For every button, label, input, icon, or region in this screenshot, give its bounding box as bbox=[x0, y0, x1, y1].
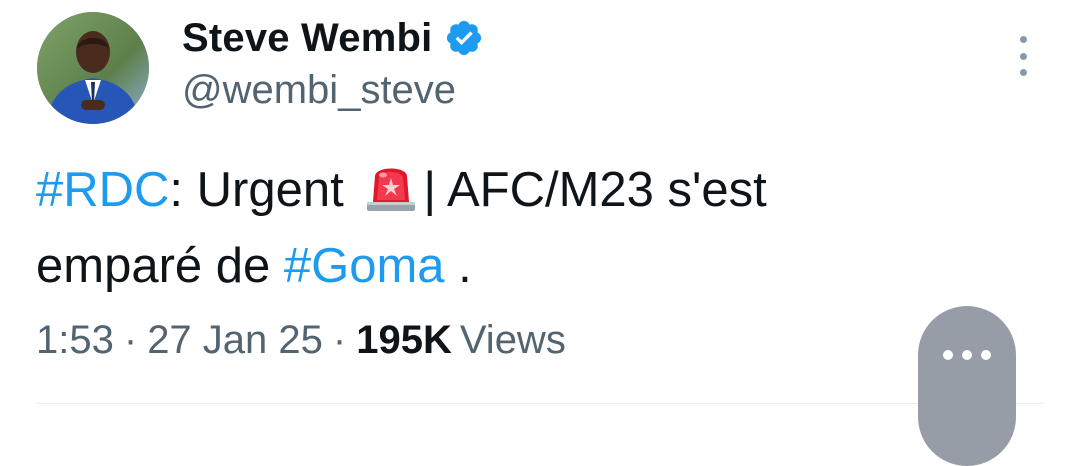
tweet-text: #RDC: Urgent | AFC/M23 s'est emparé de #… bbox=[36, 152, 956, 304]
author-name-row[interactable]: Steve Wembi bbox=[182, 14, 484, 62]
tweet-text-segment: emparé de bbox=[36, 239, 284, 293]
meta-separator: · bbox=[123, 318, 138, 362]
tweet-date[interactable]: 27 Jan 25 bbox=[147, 318, 323, 362]
hashtag-link-rdc[interactable]: #RDC bbox=[36, 163, 169, 217]
author-display-name[interactable]: Steve Wembi bbox=[182, 16, 432, 61]
avatar[interactable] bbox=[37, 12, 149, 124]
views-count: 195K bbox=[356, 318, 452, 362]
tweet-time[interactable]: 1:53 bbox=[36, 318, 114, 362]
hashtag-link-goma[interactable]: #Goma bbox=[284, 239, 445, 293]
verified-badge-icon bbox=[444, 18, 484, 58]
tweet-text-segment: | AFC/M23 s'est bbox=[423, 163, 767, 217]
floating-more-button[interactable] bbox=[918, 306, 1016, 466]
tweet-text-segment: . bbox=[444, 239, 472, 293]
more-vertical-icon[interactable] bbox=[1008, 36, 1038, 76]
divider bbox=[36, 403, 1044, 404]
author-handle[interactable]: @wembi_steve bbox=[182, 68, 456, 113]
more-horizontal-icon bbox=[943, 350, 991, 466]
tweet-meta: 1:53 · 27 Jan 25 · 195K Views bbox=[36, 318, 566, 363]
avatar-image bbox=[37, 12, 149, 124]
police-car-light-icon bbox=[363, 158, 419, 214]
tweet-text-segment: : Urgent bbox=[169, 163, 344, 217]
meta-separator: · bbox=[332, 318, 347, 362]
views-label: Views bbox=[459, 318, 566, 362]
